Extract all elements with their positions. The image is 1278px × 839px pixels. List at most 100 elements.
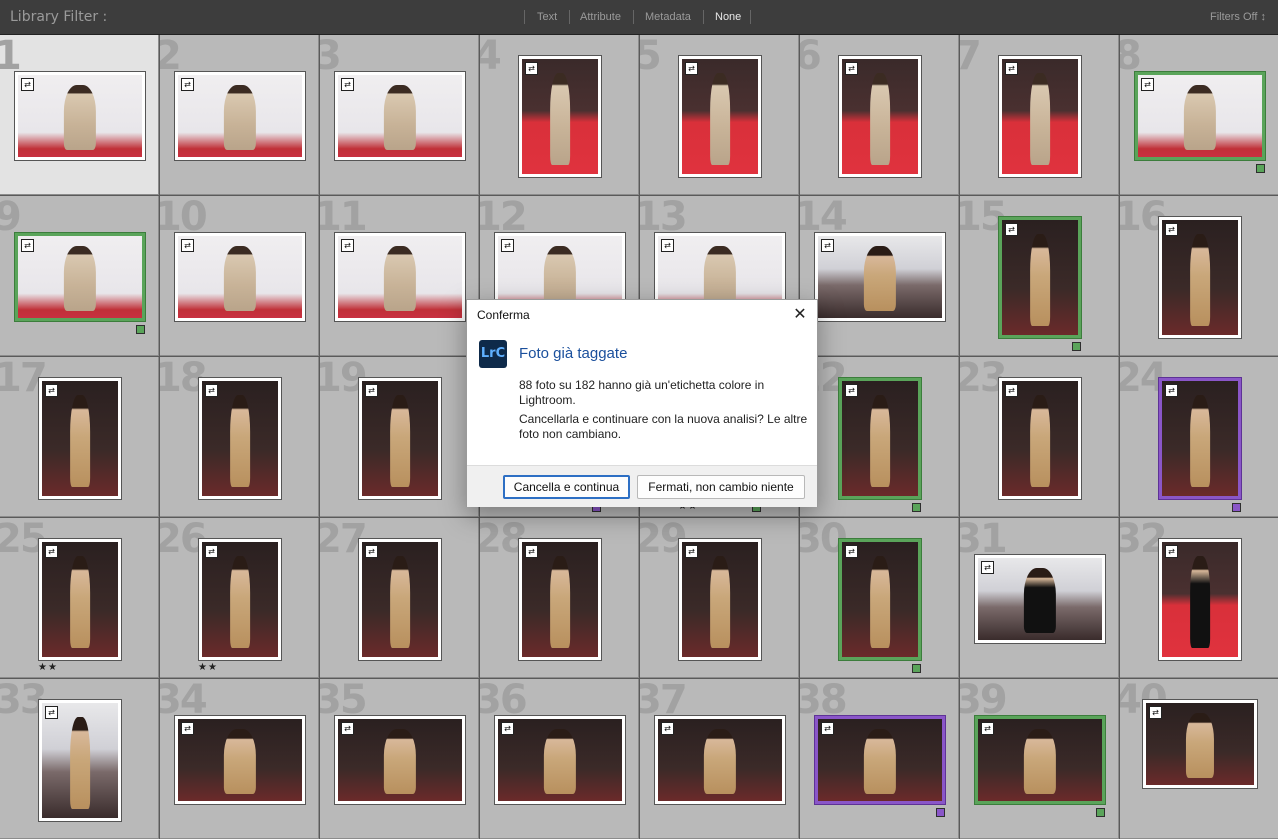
virtual-copy-badge-icon[interactable]: ⇄ (661, 239, 674, 252)
photo-thumbnail[interactable]: ⇄ (358, 538, 442, 661)
grid-cell[interactable]: 35⇄ (320, 679, 479, 839)
grid-cell[interactable]: 8⇄ (1120, 35, 1278, 195)
photo-thumbnail[interactable]: ⇄ (1158, 216, 1242, 339)
virtual-copy-badge-icon[interactable]: ⇄ (1165, 545, 1178, 558)
photo-thumbnail[interactable]: ⇄ (38, 377, 122, 500)
virtual-copy-badge-icon[interactable]: ⇄ (1165, 384, 1178, 397)
photo-thumbnail[interactable]: ⇄ (1142, 699, 1258, 789)
filter-attribute-tab[interactable]: Attribute (580, 11, 621, 23)
grid-cell[interactable]: 18⇄ (160, 357, 319, 517)
grid-cell[interactable]: 36⇄ (480, 679, 639, 839)
photo-thumbnail[interactable]: ⇄ (974, 715, 1106, 805)
virtual-copy-badge-icon[interactable]: ⇄ (45, 384, 58, 397)
close-icon[interactable]: ✕ (789, 304, 811, 326)
virtual-copy-badge-icon[interactable]: ⇄ (685, 62, 698, 75)
grid-cell[interactable]: 9⇄ (0, 196, 159, 356)
photo-thumbnail[interactable]: ⇄ (174, 715, 306, 805)
star-rating[interactable]: ★★ (198, 662, 218, 673)
virtual-copy-badge-icon[interactable]: ⇄ (981, 561, 994, 574)
virtual-copy-badge-icon[interactable]: ⇄ (365, 545, 378, 558)
photo-thumbnail[interactable]: ⇄ (838, 377, 922, 500)
grid-cell[interactable]: 2⇄ (160, 35, 319, 195)
virtual-copy-badge-icon[interactable]: ⇄ (365, 384, 378, 397)
star-rating[interactable]: ★★ (38, 662, 58, 673)
photo-thumbnail[interactable]: ⇄ (518, 538, 602, 661)
clear-and-continue-button[interactable]: Cancella e continua (503, 475, 630, 499)
photo-thumbnail[interactable]: ⇄ (814, 715, 946, 805)
grid-cell[interactable]: 19⇄ (320, 357, 479, 517)
virtual-copy-badge-icon[interactable]: ⇄ (821, 239, 834, 252)
virtual-copy-badge-icon[interactable]: ⇄ (181, 239, 194, 252)
virtual-copy-badge-icon[interactable]: ⇄ (45, 545, 58, 558)
virtual-copy-badge-icon[interactable]: ⇄ (845, 545, 858, 558)
virtual-copy-badge-icon[interactable]: ⇄ (1005, 384, 1018, 397)
virtual-copy-badge-icon[interactable]: ⇄ (1005, 223, 1018, 236)
grid-cell[interactable]: 6⇄ (800, 35, 959, 195)
photo-thumbnail[interactable]: ⇄ (678, 538, 762, 661)
photo-thumbnail[interactable]: ⇄ (998, 377, 1082, 500)
color-label-swatch[interactable] (912, 503, 921, 512)
photo-thumbnail[interactable]: ⇄ (678, 55, 762, 178)
photo-thumbnail[interactable]: ⇄ (334, 71, 466, 161)
virtual-copy-badge-icon[interactable]: ⇄ (45, 706, 58, 719)
virtual-copy-badge-icon[interactable]: ⇄ (1005, 62, 1018, 75)
color-label-swatch[interactable] (1072, 342, 1081, 351)
virtual-copy-badge-icon[interactable]: ⇄ (525, 62, 538, 75)
virtual-copy-badge-icon[interactable]: ⇄ (661, 722, 674, 735)
photo-thumbnail[interactable]: ⇄ (1158, 538, 1242, 661)
color-label-swatch[interactable] (1232, 503, 1241, 512)
photo-thumbnail[interactable]: ⇄ (174, 232, 306, 322)
grid-cell[interactable]: 29⇄ (640, 518, 799, 678)
grid-cell[interactable]: 27⇄ (320, 518, 479, 678)
photo-thumbnail[interactable]: ⇄ (518, 55, 602, 178)
virtual-copy-badge-icon[interactable]: ⇄ (205, 384, 218, 397)
grid-cell[interactable]: 15⇄ (960, 196, 1119, 356)
color-label-swatch[interactable] (1256, 164, 1265, 173)
grid-cell[interactable]: 1⇄ (0, 35, 159, 195)
grid-cell[interactable]: 28⇄ (480, 518, 639, 678)
virtual-copy-badge-icon[interactable]: ⇄ (181, 722, 194, 735)
photo-thumbnail[interactable]: ⇄ (14, 71, 146, 161)
virtual-copy-badge-icon[interactable]: ⇄ (341, 78, 354, 91)
virtual-copy-badge-icon[interactable]: ⇄ (341, 239, 354, 252)
photo-thumbnail[interactable]: ⇄ (998, 216, 1082, 339)
grid-cell[interactable]: 11⇄ (320, 196, 479, 356)
virtual-copy-badge-icon[interactable]: ⇄ (1165, 223, 1178, 236)
grid-cell[interactable]: 34⇄ (160, 679, 319, 839)
grid-cell[interactable]: 32⇄ (1120, 518, 1278, 678)
virtual-copy-badge-icon[interactable]: ⇄ (21, 239, 34, 252)
virtual-copy-badge-icon[interactable]: ⇄ (341, 722, 354, 735)
filter-text-tab[interactable]: Text (537, 11, 557, 23)
virtual-copy-badge-icon[interactable]: ⇄ (981, 722, 994, 735)
grid-cell[interactable]: 14⇄ (800, 196, 959, 356)
photo-thumbnail[interactable]: ⇄ (1158, 377, 1242, 500)
photo-thumbnail[interactable]: ⇄ (38, 538, 122, 661)
virtual-copy-badge-icon[interactable]: ⇄ (501, 239, 514, 252)
color-label-swatch[interactable] (936, 808, 945, 817)
grid-cell[interactable]: 10⇄ (160, 196, 319, 356)
grid-cell[interactable]: 30⇄ (800, 518, 959, 678)
grid-cell[interactable]: 16⇄ (1120, 196, 1278, 356)
virtual-copy-badge-icon[interactable]: ⇄ (845, 384, 858, 397)
photo-thumbnail[interactable]: ⇄ (998, 55, 1082, 178)
filter-metadata-tab[interactable]: Metadata (645, 11, 691, 23)
virtual-copy-badge-icon[interactable]: ⇄ (685, 545, 698, 558)
virtual-copy-badge-icon[interactable]: ⇄ (501, 722, 514, 735)
photo-thumbnail[interactable]: ⇄ (358, 377, 442, 500)
virtual-copy-badge-icon[interactable]: ⇄ (1141, 78, 1154, 91)
grid-cell[interactable]: 5⇄ (640, 35, 799, 195)
grid-cell[interactable]: 25⇄★★ (0, 518, 159, 678)
grid-cell[interactable]: 26⇄★★ (160, 518, 319, 678)
grid-cell[interactable]: 22⇄ (800, 357, 959, 517)
photo-thumbnail[interactable]: ⇄ (334, 715, 466, 805)
virtual-copy-badge-icon[interactable]: ⇄ (525, 545, 538, 558)
grid-cell[interactable]: 38⇄ (800, 679, 959, 839)
grid-cell[interactable]: 3⇄ (320, 35, 479, 195)
photo-thumbnail[interactable]: ⇄ (174, 71, 306, 161)
photo-thumbnail[interactable]: ⇄ (838, 538, 922, 661)
grid-cell[interactable]: 7⇄ (960, 35, 1119, 195)
virtual-copy-badge-icon[interactable]: ⇄ (1149, 706, 1162, 719)
photo-thumbnail[interactable]: ⇄ (838, 55, 922, 178)
stop-no-changes-button[interactable]: Fermati, non cambio niente (637, 475, 805, 499)
photo-thumbnail[interactable]: ⇄ (974, 554, 1106, 644)
